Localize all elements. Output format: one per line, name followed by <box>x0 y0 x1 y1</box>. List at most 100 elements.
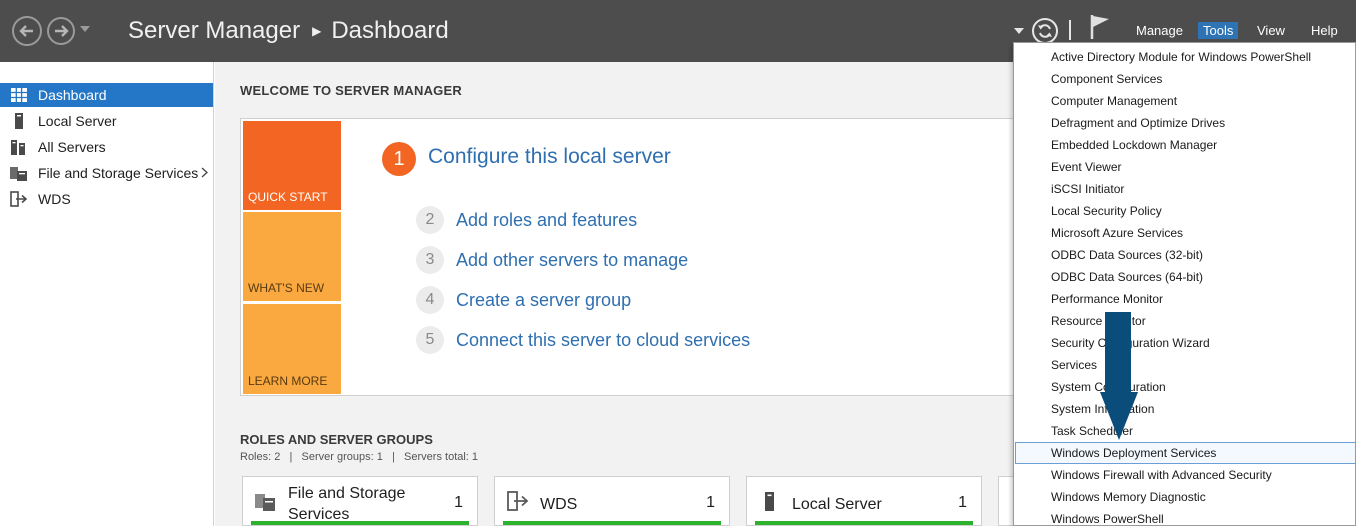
sidebar-item-label: All Servers <box>38 139 106 155</box>
dashboard-content: WELCOME TO SERVER MANAGER QUICK START WH… <box>215 62 1234 526</box>
step-number-badge: 2 <box>416 206 444 234</box>
tile-label: QUICK START <box>248 190 328 204</box>
welcome-heading: WELCOME TO SERVER MANAGER <box>240 83 462 98</box>
welcome-panel: QUICK START WHAT'S NEW LEARN MORE 1 Conf… <box>240 118 1030 396</box>
dashboard-grid-icon <box>0 88 38 102</box>
back-button[interactable] <box>12 16 42 46</box>
role-card-local-server[interactable]: Local Server 1 <box>746 476 982 526</box>
arrow-right-icon <box>55 25 69 37</box>
step-cloud-services[interactable]: 5 Connect this server to cloud services <box>416 325 750 355</box>
sidebar-item-wds[interactable]: WDS <box>0 187 213 211</box>
storage-icon <box>255 494 275 511</box>
role-card-wds[interactable]: WDS 1 <box>494 476 730 526</box>
tile-label: LEARN MORE <box>248 374 328 388</box>
server-icon <box>765 492 774 511</box>
sidebar-item-label: Dashboard <box>38 87 107 103</box>
breadcrumb-separator-icon: ▶ <box>312 24 322 38</box>
role-card-file-storage[interactable]: File and Storage Services 1 <box>242 476 478 526</box>
role-card-count: 1 <box>706 494 715 511</box>
step-link[interactable]: Add roles and features <box>456 210 637 231</box>
sidebar-item-local-server[interactable]: Local Server <box>0 109 213 133</box>
status-bar <box>503 521 721 525</box>
storage-icon <box>0 165 38 181</box>
menu-item-local-security-policy[interactable]: Local Security Policy <box>1015 200 1355 222</box>
sidebar-item-label: File and Storage Services <box>38 165 199 181</box>
breadcrumb: Server Manager ▶ Dashboard <box>128 17 449 45</box>
roles-summary: Roles: 2 | Server groups: 1 | Servers to… <box>240 451 479 463</box>
menu-item-azure-services[interactable]: Microsoft Azure Services <box>1015 222 1355 244</box>
sidebar: Dashboard Local Server All Servers File … <box>0 62 214 526</box>
step-number-badge: 5 <box>416 326 444 354</box>
configure-local-server-link[interactable]: Configure this local server <box>428 145 671 169</box>
status-bar <box>251 521 469 525</box>
chevron-right-icon[interactable] <box>201 167 208 178</box>
server-icon <box>0 113 38 129</box>
menu-item-system-configuration[interactable]: System Configuration <box>1015 376 1355 398</box>
step-link[interactable]: Connect this server to cloud services <box>456 330 750 351</box>
menu-item-event-viewer[interactable]: Event Viewer <box>1015 156 1355 178</box>
step-link[interactable]: Add other servers to manage <box>456 250 688 271</box>
menu-view[interactable]: View <box>1252 22 1290 39</box>
notifications-flag-icon[interactable] <box>1090 14 1110 40</box>
sidebar-item-all-servers[interactable]: All Servers <box>0 135 213 159</box>
role-card-count: 1 <box>454 494 463 511</box>
wds-icon <box>0 191 38 207</box>
sidebar-item-label: Local Server <box>38 113 117 129</box>
sidebar-item-file-and-storage-services[interactable]: File and Storage Services <box>0 161 213 185</box>
page-title: Dashboard <box>331 17 449 44</box>
roles-heading: ROLES AND SERVER GROUPS <box>240 432 433 447</box>
role-card-name: Local Server <box>792 496 882 513</box>
annotation-arrow-down-icon <box>1100 312 1138 440</box>
menu-item-embedded-lockdown[interactable]: Embedded Lockdown Manager <box>1015 134 1355 156</box>
step-add-roles[interactable]: 2 Add roles and features <box>416 205 637 235</box>
role-card-name: WDS <box>540 496 578 513</box>
step-number-badge: 3 <box>416 246 444 274</box>
sidebar-item-label: WDS <box>38 191 71 207</box>
menu-tools[interactable]: Tools <box>1198 22 1239 39</box>
menu-item-security-config-wizard[interactable]: Security Configuration Wizard <box>1015 332 1355 354</box>
step-number-badge: 1 <box>382 142 416 176</box>
wds-icon <box>507 491 529 511</box>
menu-item-services[interactable]: Services <box>1015 354 1355 376</box>
server-manager-window: Server Manager ▶ Dashboard Manage Tools … <box>0 0 1356 526</box>
role-card-count: 1 <box>958 494 967 511</box>
tile-whats-new[interactable]: WHAT'S NEW <box>243 212 341 301</box>
refresh-icon <box>1038 24 1052 38</box>
menu-item-system-information[interactable]: System Information <box>1015 398 1355 420</box>
role-card-name: File and Storage <box>288 485 406 502</box>
menu-item-ad-powershell[interactable]: Active Directory Module for Windows Powe… <box>1015 46 1355 68</box>
tile-quick-start[interactable]: QUICK START <box>243 121 341 210</box>
menu-item-odbc-64[interactable]: ODBC Data Sources (64-bit) <box>1015 266 1355 288</box>
menu-item-windows-deployment-services[interactable]: Windows Deployment Services <box>1015 442 1355 464</box>
step-add-servers[interactable]: 3 Add other servers to manage <box>416 245 688 275</box>
status-bar <box>755 521 973 525</box>
header-divider <box>1069 20 1071 40</box>
servers-icon <box>0 139 38 155</box>
history-dropdown-icon[interactable] <box>80 26 90 33</box>
arrow-left-icon <box>19 25 33 37</box>
step-number-badge: 4 <box>416 286 444 314</box>
forward-button[interactable] <box>47 17 75 45</box>
menu-help[interactable]: Help <box>1306 22 1343 39</box>
step-link[interactable]: Create a server group <box>456 290 631 311</box>
tile-learn-more[interactable]: LEARN MORE <box>243 304 341 394</box>
menu-item-iscsi-initiator[interactable]: iSCSI Initiator <box>1015 178 1355 200</box>
menu-item-memory-diagnostic[interactable]: Windows Memory Diagnostic <box>1015 486 1355 508</box>
sidebar-item-dashboard[interactable]: Dashboard <box>0 83 213 107</box>
menu-item-odbc-32[interactable]: ODBC Data Sources (32-bit) <box>1015 244 1355 266</box>
step-create-group[interactable]: 4 Create a server group <box>416 285 631 315</box>
menu-item-windows-firewall[interactable]: Windows Firewall with Advanced Security <box>1015 464 1355 486</box>
menu-item-resource-monitor[interactable]: Resource Monitor <box>1015 310 1355 332</box>
menu-item-computer-management[interactable]: Computer Management <box>1015 90 1355 112</box>
menu-item-windows-powershell[interactable]: Windows PowerShell <box>1015 508 1355 525</box>
app-title: Server Manager <box>128 17 301 44</box>
menu-item-defragment[interactable]: Defragment and Optimize Drives <box>1015 112 1355 134</box>
menu-item-performance-monitor[interactable]: Performance Monitor <box>1015 288 1355 310</box>
menu-item-component-services[interactable]: Component Services <box>1015 68 1355 90</box>
menu-item-task-scheduler[interactable]: Task Scheduler <box>1015 420 1355 442</box>
refresh-button[interactable] <box>1032 18 1058 44</box>
menu-manage[interactable]: Manage <box>1131 22 1188 39</box>
notifications-dropdown-icon[interactable] <box>1014 28 1024 35</box>
tile-label: WHAT'S NEW <box>248 281 325 295</box>
tools-dropdown-menu: Active Directory Module for Windows Powe… <box>1013 42 1356 526</box>
